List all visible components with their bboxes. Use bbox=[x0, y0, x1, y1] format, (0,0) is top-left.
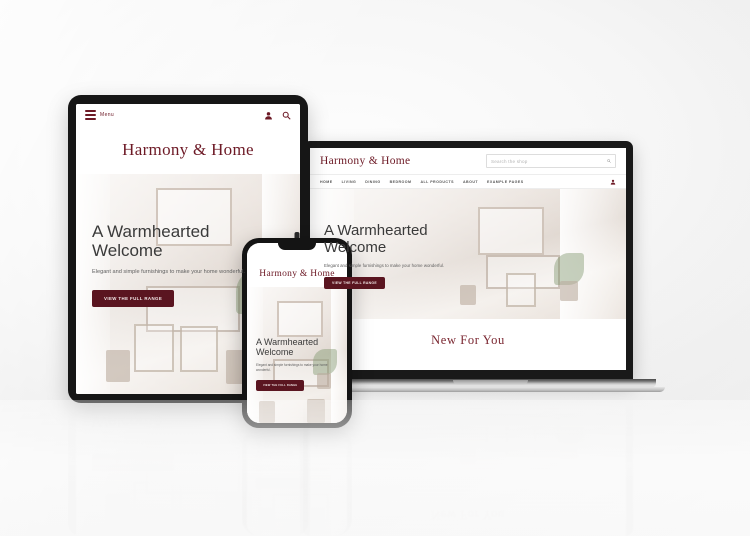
laptop-nav: HOME LIVING DINING BEDROOM ALL PRODUCTS … bbox=[310, 174, 626, 189]
hero-stool bbox=[180, 326, 218, 372]
reflection-hero: VIEW THE FULL RANGE Elegant and simple f… bbox=[310, 403, 626, 470]
tablet-brand-bar: Harmony & Home bbox=[76, 126, 300, 174]
floor-sheen bbox=[0, 400, 750, 536]
reflection-new-section: New For You bbox=[310, 470, 626, 536]
reflection-phone-line2: Welcome bbox=[256, 449, 294, 460]
hero-heading-line1: A Warmhearted bbox=[92, 222, 210, 241]
laptop-reflection: New For You VIEW THE FULL RANGE Elegant … bbox=[303, 396, 643, 536]
nav-item-home[interactable]: HOME bbox=[320, 180, 333, 184]
reflection-heading-line2: Welcome bbox=[92, 412, 163, 432]
hero-heading-line2: Welcome bbox=[324, 238, 387, 256]
reflection-tablet-heading: Welcome A Warmhearted bbox=[92, 412, 262, 431]
laptop-new-section: New For You bbox=[310, 319, 626, 370]
reflection-phone-subtext: Elegant and simple furnishings to make y… bbox=[256, 463, 328, 472]
hero-stool bbox=[134, 324, 174, 372]
laptop-site-header: Harmony & Home Search the shop bbox=[310, 148, 626, 174]
hero-plant-pot bbox=[560, 281, 578, 301]
hero-subtext: Elegant and simple furnishings to make y… bbox=[324, 262, 445, 268]
hero-heading: A Warmhearted Welcome bbox=[92, 222, 252, 260]
nav-item-dining[interactable]: DINING bbox=[365, 180, 380, 184]
hero-heading-line1: A Warmhearted bbox=[256, 337, 319, 347]
hero-basket bbox=[307, 399, 325, 423]
mobile-menu-label: Menu bbox=[100, 112, 115, 118]
phone-hero: A Warmhearted Welcome Elegant and simple… bbox=[247, 287, 347, 423]
hero-vase bbox=[106, 350, 130, 382]
reflection-phone-hero: VIEW THE FULL RANGE Elegant and simple f… bbox=[247, 432, 347, 536]
tablet-header-icons bbox=[264, 111, 291, 120]
tablet-site-header: Menu bbox=[76, 104, 300, 126]
mockup-scene: Harmony & Home Search the shop HOME LIVI… bbox=[0, 0, 750, 536]
nav-item-bedroom[interactable]: BEDROOM bbox=[390, 180, 412, 184]
hero-cta-button[interactable]: VIEW THE FULL RANGE bbox=[256, 380, 305, 392]
nav-item-about[interactable]: ABOUT bbox=[463, 180, 478, 184]
reflection-phone-cta: VIEW THE FULL RANGE bbox=[256, 478, 305, 489]
account-icon[interactable] bbox=[610, 179, 616, 185]
hero-picture-frame bbox=[277, 301, 323, 337]
nav-item-all-products[interactable]: ALL PRODUCTS bbox=[420, 180, 454, 184]
reflection-phone-heading: Welcome A Warmhearted bbox=[256, 439, 340, 459]
hero-heading-line2: Welcome bbox=[256, 347, 294, 358]
laptop-hero-text: A Warmhearted Welcome Elegant and simple… bbox=[324, 222, 474, 289]
tablet-hero-text: A Warmhearted Welcome Elegant and simple… bbox=[92, 222, 252, 307]
account-icon[interactable] bbox=[264, 111, 273, 120]
laptop-base-notch bbox=[453, 380, 528, 385]
hero-cta-button[interactable]: VIEW THE FULL RANGE bbox=[324, 276, 385, 289]
hero-heading-line1: A Warmhearted bbox=[324, 222, 428, 239]
hero-vase bbox=[259, 401, 275, 423]
search-input[interactable]: Search the shop bbox=[486, 154, 616, 168]
search-placeholder-laptop: Search the shop bbox=[491, 158, 528, 164]
hero-stool bbox=[506, 273, 536, 307]
nav-item-living[interactable]: LIVING bbox=[342, 180, 357, 184]
search-icon[interactable] bbox=[607, 159, 611, 163]
laptop-lid: Harmony & Home Search the shop HOME LIVI… bbox=[303, 141, 633, 381]
hamburger-icon[interactable] bbox=[85, 110, 96, 120]
site-brand-tablet[interactable]: Harmony & Home bbox=[122, 140, 254, 160]
laptop-device: Harmony & Home Search the shop HOME LIVI… bbox=[273, 141, 665, 393]
phone-notch bbox=[278, 242, 316, 250]
reflection-phone-line1: A Warmhearted bbox=[256, 438, 319, 449]
reflection-tablet-hero: VIEW THE FULL RANGE Elegant and simple f… bbox=[76, 412, 300, 536]
phone-reflection: VIEW THE FULL RANGE Elegant and simple f… bbox=[242, 428, 352, 536]
phone-hero-text: A Warmhearted Welcome Elegant and simple… bbox=[256, 337, 340, 392]
hero-cta-button[interactable]: VIEW THE FULL RANGE bbox=[92, 289, 175, 307]
hero-heading: A Warmhearted Welcome bbox=[256, 337, 340, 357]
nav-item-example-pages[interactable]: EXAMPLE PAGES bbox=[487, 180, 524, 184]
hero-subtext: Elegant and simple furnishings to make y… bbox=[92, 269, 245, 276]
hero-heading: A Warmhearted Welcome bbox=[324, 222, 474, 257]
mobile-menu-button[interactable]: Menu bbox=[85, 110, 115, 120]
laptop-hero: A Warmhearted Welcome Elegant and simple… bbox=[310, 189, 626, 319]
new-for-you-title: New For You bbox=[431, 333, 505, 347]
search-icon[interactable] bbox=[282, 111, 291, 120]
hero-picture-frame bbox=[478, 207, 544, 255]
hero-heading-line2: Welcome bbox=[92, 241, 163, 261]
site-brand-laptop[interactable]: Harmony & Home bbox=[320, 155, 410, 167]
reflection-tablet-cta: VIEW THE FULL RANGE bbox=[92, 454, 175, 471]
reflection-tablet-subtext: Elegant and simple furnishings to make y… bbox=[92, 439, 245, 445]
laptop-screen: Harmony & Home Search the shop HOME LIVI… bbox=[310, 148, 626, 370]
reflection-new-title: New For You bbox=[431, 508, 505, 522]
hero-subtext: Elegant and simple furnishings to make y… bbox=[256, 363, 328, 372]
